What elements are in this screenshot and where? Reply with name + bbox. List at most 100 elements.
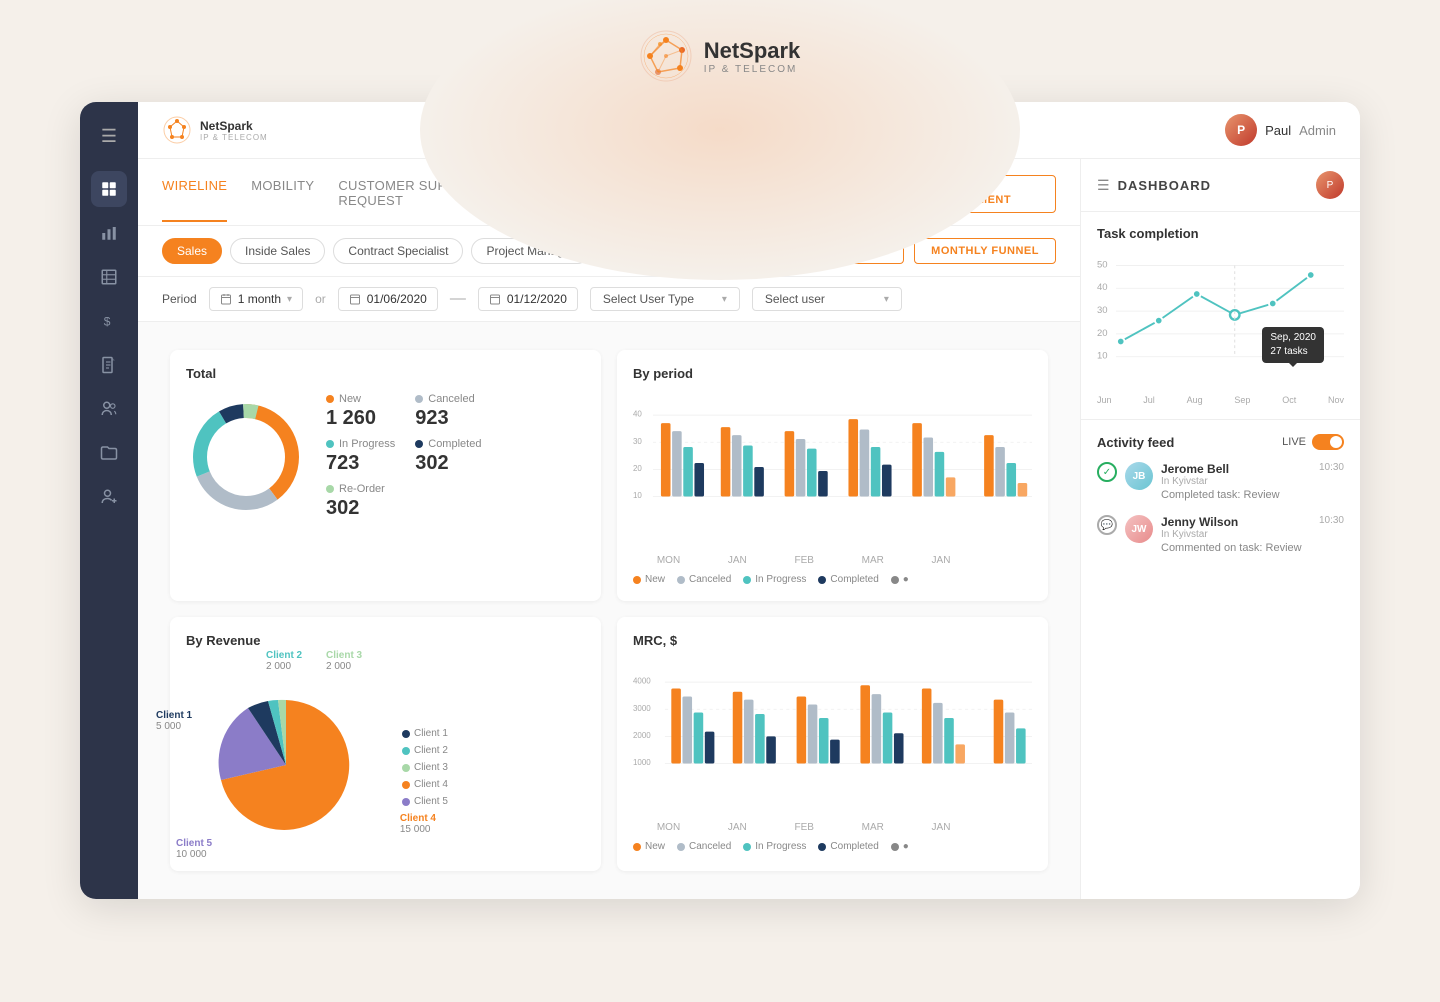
task-completion-title: Task completion — [1097, 226, 1344, 241]
tab-mobility[interactable]: MOBILITY — [251, 178, 314, 222]
svg-text:40: 40 — [1097, 282, 1108, 293]
sidebar-item-add-user[interactable] — [91, 479, 127, 515]
avatar-inner-1: JB — [1125, 462, 1153, 490]
mrc-legend-inprogress: In Progress — [743, 841, 806, 852]
sidebar-item-users[interactable] — [91, 391, 127, 427]
total-chart-title: Total — [186, 366, 585, 381]
right-panel-avatar: P — [1316, 171, 1344, 199]
mrc-title: MRC, $ — [633, 633, 1032, 648]
brand-small-icon — [162, 115, 192, 145]
by-revenue-card: By Revenue Client 22 000 Client 32 000 — [170, 617, 601, 871]
period-duration-select[interactable]: 1 month ▾ — [209, 287, 303, 311]
legend-completed: Completed 302 — [415, 438, 484, 475]
date-to-value: 01/12/2020 — [507, 292, 567, 306]
svg-text:50: 50 — [1097, 259, 1108, 270]
mrc-legend-extra: ● — [891, 841, 909, 852]
sidebar-item-documents[interactable] — [91, 347, 127, 383]
y-label-40: 40 — [633, 410, 642, 419]
logo-text: NetSpark IP & TELECOM — [704, 38, 801, 75]
pie-svg — [186, 680, 386, 850]
calendar-icon — [220, 293, 232, 305]
total-card: Total — [170, 350, 601, 601]
mrc-card: MRC, $ 4000 3000 2000 1000 — [617, 617, 1048, 871]
add-user-icon — [100, 488, 118, 506]
table-icon — [100, 268, 118, 286]
task-tooltip: Sep, 2020 27 tasks — [1262, 327, 1324, 363]
revenue-legend: Client 1 Client 2 Client 3 — [402, 728, 448, 807]
period-duration-arrow: ▾ — [287, 294, 292, 305]
calendar-to-icon — [489, 293, 501, 305]
sidebar-item-finance[interactable]: $ — [91, 303, 127, 339]
live-badge: LIVE — [1282, 434, 1344, 450]
revenue-dot-c5 — [402, 798, 410, 806]
revenue-legend-c3: Client 3 — [402, 762, 448, 773]
client2-label: Client 22 000 — [266, 650, 302, 672]
tab-wireline[interactable]: WIRELINE — [162, 178, 227, 222]
by-period-legend-new: New — [633, 574, 665, 585]
activity-avatar-1: JB — [1125, 462, 1153, 490]
tooltip-value: 27 tasks — [1270, 345, 1316, 359]
y-label-20: 20 — [633, 464, 642, 473]
by-period-dot-canceled — [677, 576, 685, 584]
legend-dot-canceled — [415, 395, 423, 403]
live-toggle[interactable] — [1312, 434, 1344, 450]
user-dropdown[interactable]: Select user ▾ — [752, 287, 902, 311]
svg-text:20: 20 — [1097, 328, 1108, 339]
by-period-card: By period 40 30 20 10 — [617, 350, 1048, 601]
by-period-legend-completed: Completed — [818, 574, 878, 585]
mrc-dot-inprogress — [743, 843, 751, 851]
legend-dot-reorder — [326, 485, 334, 493]
date-from-value: 01/06/2020 — [367, 292, 427, 306]
user-label: Select user — [765, 292, 825, 306]
task-chart-area: 50 40 30 20 10 — [1097, 253, 1344, 393]
revenue-legend-c2: Client 2 — [402, 745, 448, 756]
user-avatar: P — [1225, 114, 1257, 146]
activity-item-2: 💬 JW Jenny Wilson In Kyivstar Commented … — [1097, 515, 1344, 554]
live-label: LIVE — [1282, 436, 1306, 448]
sidebar-item-files[interactable] — [91, 435, 127, 471]
pill-sales[interactable]: Sales — [162, 238, 222, 264]
right-panel-menu-icon[interactable]: ☰ — [1097, 177, 1110, 194]
logo-name: NetSpark — [704, 38, 801, 64]
by-period-title: By period — [633, 366, 1032, 381]
client4-label: Client 415 000 — [400, 813, 436, 835]
total-chart: New 1 260 Canceled 923 — [186, 393, 585, 520]
sidebar-item-analytics[interactable] — [91, 215, 127, 251]
period-date-from: 01/06/2020 — [338, 287, 438, 311]
revenue-dot-c1 — [402, 730, 410, 738]
by-period-svg: 40 30 20 10 — [633, 393, 1032, 533]
task-section: Task completion 50 40 30 20 10 — [1081, 212, 1360, 420]
by-revenue-title: By Revenue — [186, 633, 585, 648]
sidebar-item-dashboard[interactable] — [91, 171, 127, 207]
hamburger-menu[interactable]: ☰ — [93, 118, 125, 155]
period-label: Period — [162, 292, 197, 306]
by-period-dot-extra — [891, 576, 899, 584]
user-type-dropdown[interactable]: Select User Type ▾ — [590, 287, 740, 311]
monthly-funnel-button[interactable]: MONTHLY FUNNEL — [914, 238, 1056, 264]
by-period-dot-completed — [818, 576, 826, 584]
user-area: P Paul Admin — [1225, 114, 1336, 146]
pill-inside-sales[interactable]: Inside Sales — [230, 238, 325, 264]
logo-area: NetSpark IP & TELECOM — [640, 30, 801, 82]
right-panel-header: ☰ DASHBOARD P — [1081, 159, 1360, 212]
activity-time-2: 10:30 — [1319, 515, 1344, 554]
activity-user-1: Jerome Bell — [1161, 462, 1311, 476]
sidebar-item-data[interactable] — [91, 259, 127, 295]
activity-location-1: In Kyivstar — [1161, 476, 1311, 487]
client5-label: Client 510 000 — [176, 838, 212, 860]
task-x-labels: Jun Jul Aug Sep Oct Nov — [1097, 395, 1344, 405]
pill-contract-specialist[interactable]: Contract Specialist — [333, 238, 463, 264]
brand-small: NetSpark IP & TELECOM — [162, 115, 268, 145]
period-duration-value: 1 month — [238, 292, 281, 306]
activity-content-2: Jenny Wilson In Kyivstar Commented on ta… — [1161, 515, 1311, 554]
legend-new: New 1 260 — [326, 393, 395, 430]
revenue-legend-c4: Client 4 — [402, 779, 448, 790]
user-type-label: Select User Type — [603, 292, 694, 306]
period-bar: Period 1 month ▾ or — [138, 277, 1080, 322]
brand-small-text: NetSpark IP & TELECOM — [200, 119, 268, 142]
by-period-legend: New Canceled In Progress — [633, 574, 1032, 585]
revenue-dot-c4 — [402, 781, 410, 789]
activity-task-2: Commented on task: Review — [1161, 542, 1311, 554]
client1-label: Client 15 000 — [156, 710, 192, 732]
y-label-30: 30 — [633, 437, 642, 446]
